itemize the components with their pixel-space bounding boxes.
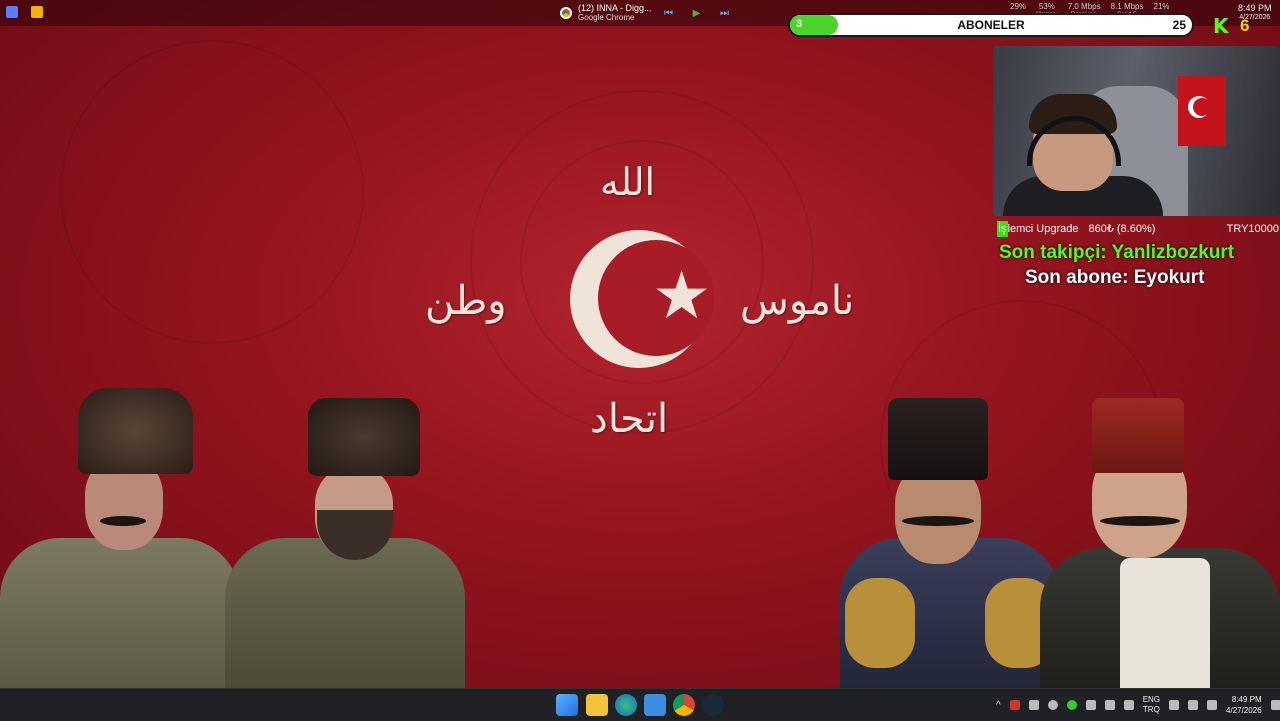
portrait-4 bbox=[1040, 398, 1280, 688]
system-stat-value: 8.1 Mbps bbox=[1110, 2, 1144, 11]
portrait-3 bbox=[840, 398, 1060, 688]
subscriber-goal-label: ABONELER bbox=[957, 18, 1025, 32]
edge-icon[interactable] bbox=[615, 694, 637, 716]
last-follower: Son takipçi: Yanlizbozkurt bbox=[999, 242, 1234, 264]
previous-track-icon[interactable]: ⏮ bbox=[658, 8, 680, 19]
taskbar-time: 8:49 PM bbox=[1231, 695, 1262, 704]
donation-amount: 860₺ (8.60%) bbox=[1088, 223, 1156, 235]
battery-icon[interactable] bbox=[1207, 700, 1218, 710]
calligraphy-namus: ناموس bbox=[740, 278, 855, 324]
taskbar-date: 4/27/2026 bbox=[1226, 706, 1262, 715]
portrait-2 bbox=[225, 398, 465, 688]
system-tray: ^ ENG TRQ 8:49 PM 4/27/2026 bbox=[996, 689, 1280, 721]
kick-logo-icon: K bbox=[1213, 14, 1229, 38]
wallpaper-ornament bbox=[60, 40, 364, 344]
donation-label-highlight: İş bbox=[997, 220, 1008, 237]
taskbar-clock[interactable]: 8:49 PM 4/27/2026 bbox=[1226, 694, 1262, 716]
volume-icon[interactable] bbox=[1104, 700, 1115, 710]
display-icon[interactable] bbox=[1169, 700, 1180, 710]
file-explorer-icon[interactable] bbox=[586, 694, 608, 716]
media-widget: (12) INNA - Digg... Google Chrome ⏮ ▶ ⏭ bbox=[560, 3, 736, 23]
portrait-1 bbox=[0, 388, 240, 688]
donation-label: lemci Upgrade bbox=[1007, 222, 1079, 235]
donation-goal: İş lemci Upgrade 860₺ (8.60%) TRY10000 bbox=[997, 219, 1279, 238]
tray-app-icon[interactable] bbox=[1009, 700, 1020, 710]
next-track-icon[interactable]: ⏭ bbox=[714, 8, 736, 19]
chrome-icon[interactable] bbox=[673, 694, 695, 716]
notification-icon[interactable] bbox=[1270, 700, 1280, 710]
media-app: Google Chrome bbox=[578, 13, 635, 22]
tray-app-icon[interactable] bbox=[1066, 700, 1077, 710]
system-stat-value: 53% bbox=[1038, 2, 1055, 11]
donation-target: TRY10000 bbox=[1226, 222, 1279, 235]
last-follower-name: Yanlizbozkurt bbox=[1111, 242, 1235, 263]
chrome-icon bbox=[560, 7, 572, 19]
lang-bottom: TRQ bbox=[1142, 705, 1160, 714]
calligraphy-vatan: وطن bbox=[425, 278, 507, 324]
tray-app-icon[interactable] bbox=[1047, 700, 1058, 710]
subscriber-goal-bar: 3 ABONELER 25 bbox=[788, 13, 1194, 37]
taskbar: ^ ENG TRQ 8:49 PM 4/27/2026 bbox=[0, 688, 1280, 721]
network-icon[interactable] bbox=[1085, 700, 1096, 710]
system-stat-value: 21% bbox=[1153, 2, 1170, 11]
calligraphy-allah: الله bbox=[600, 160, 656, 204]
steam-icon[interactable] bbox=[702, 694, 724, 716]
widget-icon[interactable] bbox=[6, 6, 18, 18]
lang-top: ENG bbox=[1142, 695, 1161, 704]
turkish-flag bbox=[1178, 76, 1226, 146]
star-icon: ★ bbox=[652, 258, 712, 332]
webcam-feed bbox=[993, 46, 1280, 216]
kick-count: 6 bbox=[1240, 16, 1250, 35]
speaker-icon[interactable] bbox=[1188, 700, 1199, 710]
last-follower-label: Son takipçi: bbox=[999, 242, 1107, 263]
calligraphy-ittihad: اتحاد bbox=[590, 396, 669, 442]
input-language[interactable]: ENG TRQ bbox=[1143, 695, 1160, 715]
top-clock-time: 8:49 PM bbox=[1238, 3, 1272, 13]
system-stat-value: 7.0 Mbps bbox=[1067, 2, 1101, 11]
start-icon[interactable] bbox=[556, 694, 578, 716]
tray-app-icon[interactable] bbox=[1028, 700, 1039, 710]
last-subscriber: Son abone: Eyokurt bbox=[1025, 267, 1204, 289]
play-icon[interactable]: ▶ bbox=[686, 8, 708, 19]
store-icon[interactable] bbox=[644, 694, 666, 716]
subscriber-goal-target: 25 bbox=[1172, 18, 1186, 32]
folder-icon[interactable] bbox=[31, 6, 43, 18]
tray-overflow-icon[interactable]: ^ bbox=[996, 700, 1001, 711]
microphone-icon[interactable] bbox=[1123, 700, 1134, 710]
system-stat-value: 29% bbox=[1010, 2, 1027, 11]
last-subscriber-label: Son abone: bbox=[1025, 267, 1129, 288]
last-subscriber-name: Eyokurt bbox=[1133, 267, 1205, 288]
media-title: (12) INNA - Digg... bbox=[578, 3, 652, 13]
